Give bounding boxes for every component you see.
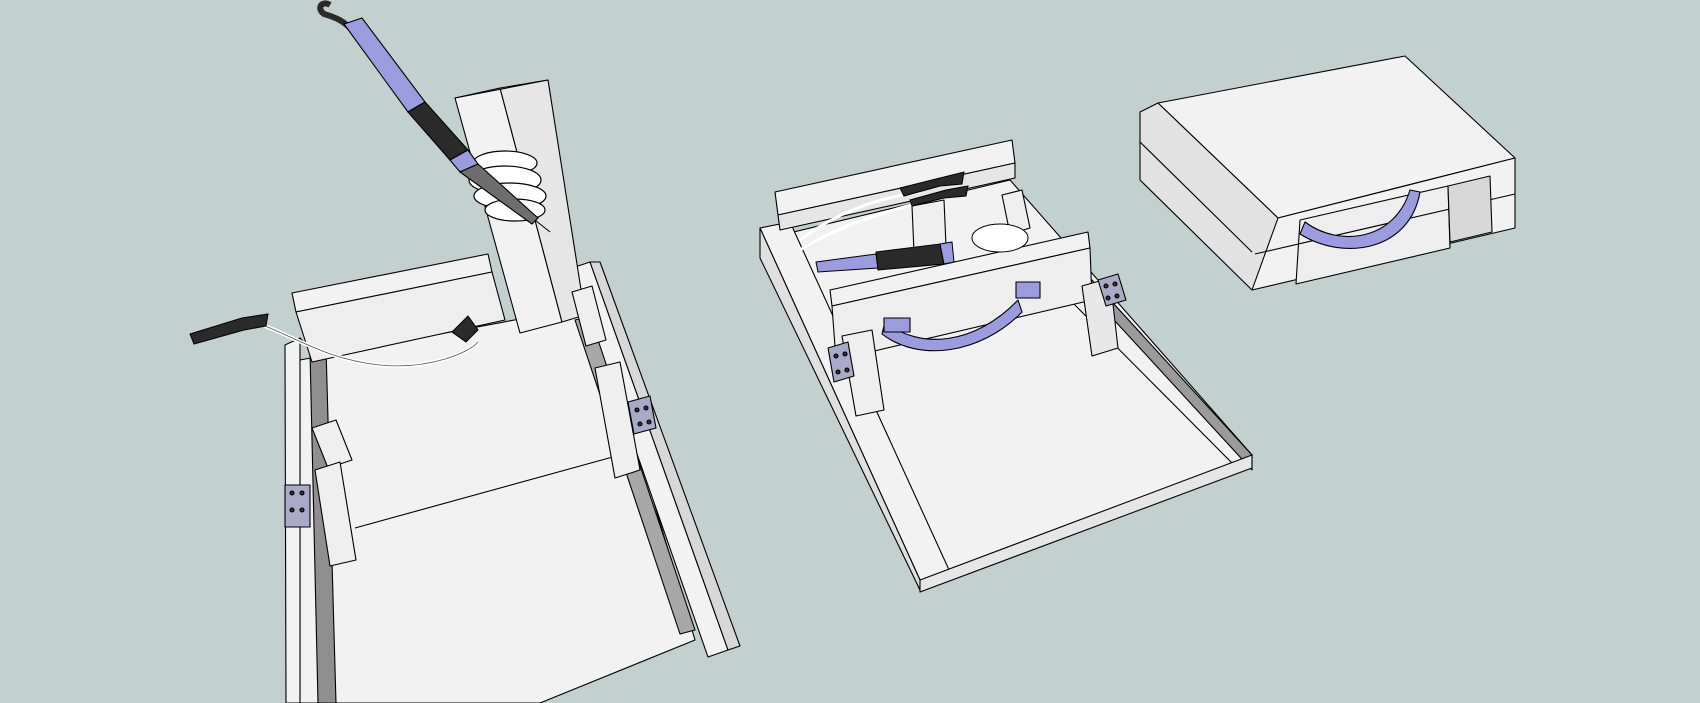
- stored-coil: [971, 223, 1029, 253]
- workbench-3d-scene: [0, 0, 1700, 703]
- hinge-left: [284, 484, 311, 528]
- sketchup-viewport: [0, 0, 1700, 703]
- case-side-shade: [1447, 175, 1493, 243]
